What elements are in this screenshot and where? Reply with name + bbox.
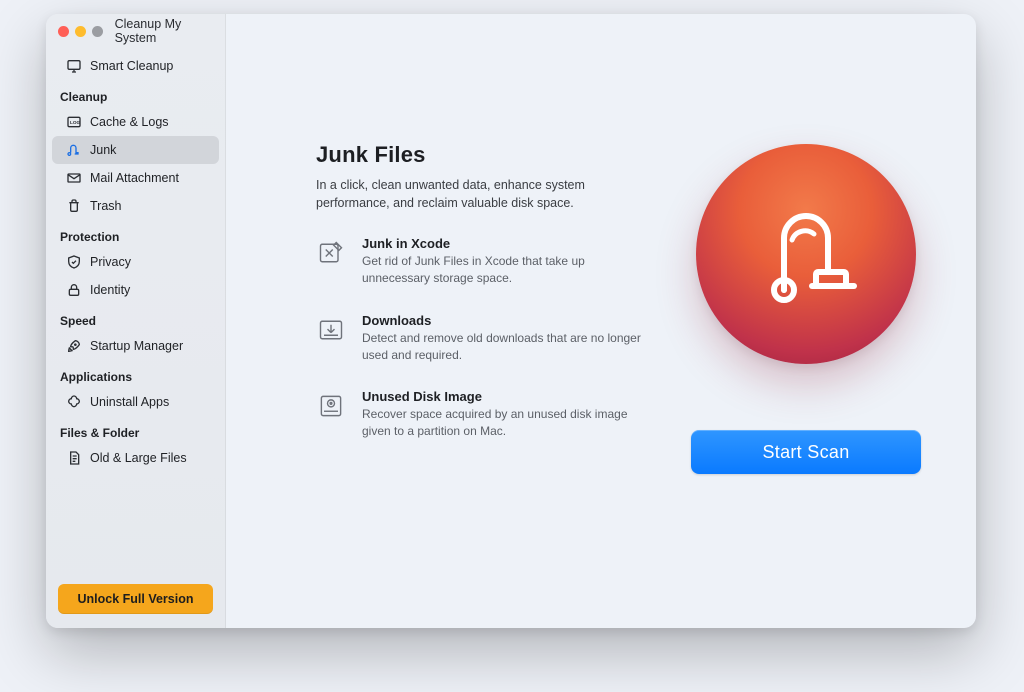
download-icon	[316, 315, 346, 345]
page-title: Junk Files	[316, 142, 696, 168]
sidebar-item-label: Junk	[90, 143, 116, 157]
sidebar-item-cache-logs[interactable]: LOG Cache & Logs	[52, 108, 219, 136]
minimize-window-button[interactable]	[75, 26, 86, 37]
sidebar-section-files-folder: Files & Folder	[46, 416, 225, 444]
sidebar-item-label: Privacy	[90, 255, 131, 269]
shield-icon	[66, 254, 82, 270]
sidebar-item-label: Old & Large Files	[90, 451, 187, 465]
vacuum-badge-icon	[696, 144, 916, 364]
unlock-full-version-button[interactable]: Unlock Full Version	[58, 584, 213, 614]
main-panel: Junk Files In a click, clean unwanted da…	[226, 14, 976, 628]
sidebar-item-trash[interactable]: Trash	[52, 192, 219, 220]
sidebar-item-startup-manager[interactable]: Startup Manager	[52, 332, 219, 360]
log-icon: LOG	[66, 114, 82, 130]
feature-list: Junk in Xcode Get rid of Junk Files in X…	[316, 236, 696, 440]
sidebar-item-mail-attachment[interactable]: Mail Attachment	[52, 164, 219, 192]
sidebar-item-label: Mail Attachment	[90, 171, 179, 185]
sidebar-section-applications: Applications	[46, 360, 225, 388]
sidebar-item-label: Smart Cleanup	[90, 59, 173, 73]
sidebar-item-label: Uninstall Apps	[90, 395, 169, 409]
feature-title: Unused Disk Image	[362, 389, 652, 404]
feature-downloads: Downloads Detect and remove old download…	[316, 313, 696, 364]
app-window: Cleanup My System Smart Cleanup Cleanup …	[46, 14, 976, 628]
page-subtitle: In a click, clean unwanted data, enhance…	[316, 176, 646, 212]
sidebar-item-junk[interactable]: Junk	[52, 136, 219, 164]
sidebar: Cleanup My System Smart Cleanup Cleanup …	[46, 14, 226, 628]
sidebar-section-cleanup: Cleanup	[46, 80, 225, 108]
disk-icon	[316, 391, 346, 421]
sidebar-item-identity[interactable]: Identity	[52, 276, 219, 304]
hero-badge	[696, 144, 916, 364]
sidebar-item-old-large-files[interactable]: Old & Large Files	[52, 444, 219, 472]
xcode-icon	[316, 238, 346, 268]
feature-desc: Detect and remove old downloads that are…	[362, 330, 652, 364]
trash-icon	[66, 198, 82, 214]
lock-icon	[66, 282, 82, 298]
window-title: Cleanup My System	[115, 17, 225, 45]
feature-desc: Recover space acquired by an unused disk…	[362, 406, 652, 440]
app-icon	[66, 394, 82, 410]
content-block: Junk Files In a click, clean unwanted da…	[316, 142, 696, 466]
svg-text:LOG: LOG	[70, 120, 80, 125]
sidebar-item-label: Cache & Logs	[90, 115, 169, 129]
sidebar-item-uninstall-apps[interactable]: Uninstall Apps	[52, 388, 219, 416]
maximize-window-button[interactable]	[92, 26, 103, 37]
sidebar-section-protection: Protection	[46, 220, 225, 248]
feature-title: Junk in Xcode	[362, 236, 652, 251]
mail-icon	[66, 170, 82, 186]
rocket-icon	[66, 338, 82, 354]
sidebar-nav: Smart Cleanup Cleanup LOG Cache & Logs J…	[46, 48, 225, 584]
sidebar-section-speed: Speed	[46, 304, 225, 332]
feature-unused-disk-image: Unused Disk Image Recover space acquired…	[316, 389, 696, 440]
sidebar-item-label: Trash	[90, 199, 122, 213]
sidebar-item-privacy[interactable]: Privacy	[52, 248, 219, 276]
file-icon	[66, 450, 82, 466]
sidebar-item-label: Identity	[90, 283, 130, 297]
sidebar-item-smart-cleanup[interactable]: Smart Cleanup	[52, 52, 219, 80]
start-scan-button[interactable]: Start Scan	[691, 430, 921, 474]
feature-desc: Get rid of Junk Files in Xcode that take…	[362, 253, 652, 287]
feature-junk-in-xcode: Junk in Xcode Get rid of Junk Files in X…	[316, 236, 696, 287]
monitor-icon	[66, 58, 82, 74]
sidebar-item-label: Startup Manager	[90, 339, 183, 353]
close-window-button[interactable]	[58, 26, 69, 37]
feature-title: Downloads	[362, 313, 652, 328]
titlebar: Cleanup My System	[46, 14, 225, 48]
vacuum-icon	[66, 142, 82, 158]
